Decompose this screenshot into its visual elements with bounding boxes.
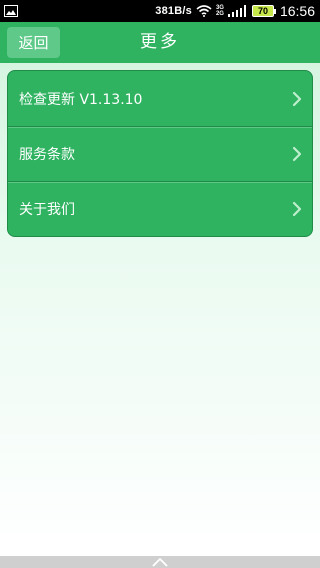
- menu-list: 检查更新 V1.13.10 服务条款 关于我们: [7, 70, 313, 237]
- chevron-right-icon: [292, 146, 302, 162]
- signal-icon: [227, 5, 246, 17]
- status-right: 381B/s 3G 2G 70 16:56: [155, 3, 320, 19]
- content-area: 检查更新 V1.13.10 服务条款 关于我们: [0, 63, 320, 556]
- battery-level: 70: [257, 6, 268, 16]
- chevron-right-icon: [292, 91, 302, 106]
- network-type: 3G 2G: [216, 5, 224, 17]
- battery-icon: 70: [251, 5, 276, 17]
- menu-item-terms[interactable]: 服务条款: [8, 126, 312, 181]
- back-button[interactable]: 返回: [7, 27, 60, 58]
- menu-item-about-us[interactable]: 关于我们: [8, 181, 312, 236]
- menu-item-check-update[interactable]: 检查更新 V1.13.10: [8, 71, 312, 126]
- bottom-handle-bar[interactable]: [0, 556, 320, 568]
- status-bar: 381B/s 3G 2G 70 16:56: [0, 0, 320, 22]
- network-speed: 381B/s: [155, 5, 192, 17]
- chevron-up-icon[interactable]: [151, 557, 169, 567]
- wifi-icon: [196, 5, 212, 17]
- menu-item-label: 检查更新 V1.13.10: [19, 91, 143, 108]
- header: 更多 返回: [0, 22, 320, 63]
- chevron-right-icon: [292, 201, 302, 217]
- menu-item-label: 关于我们: [19, 202, 75, 218]
- status-left: [0, 5, 155, 17]
- network-2g: 2G: [215, 11, 224, 17]
- clock: 16:56: [279, 3, 315, 19]
- menu-item-label: 服务条款: [19, 147, 75, 163]
- image-notification-icon: [4, 5, 18, 17]
